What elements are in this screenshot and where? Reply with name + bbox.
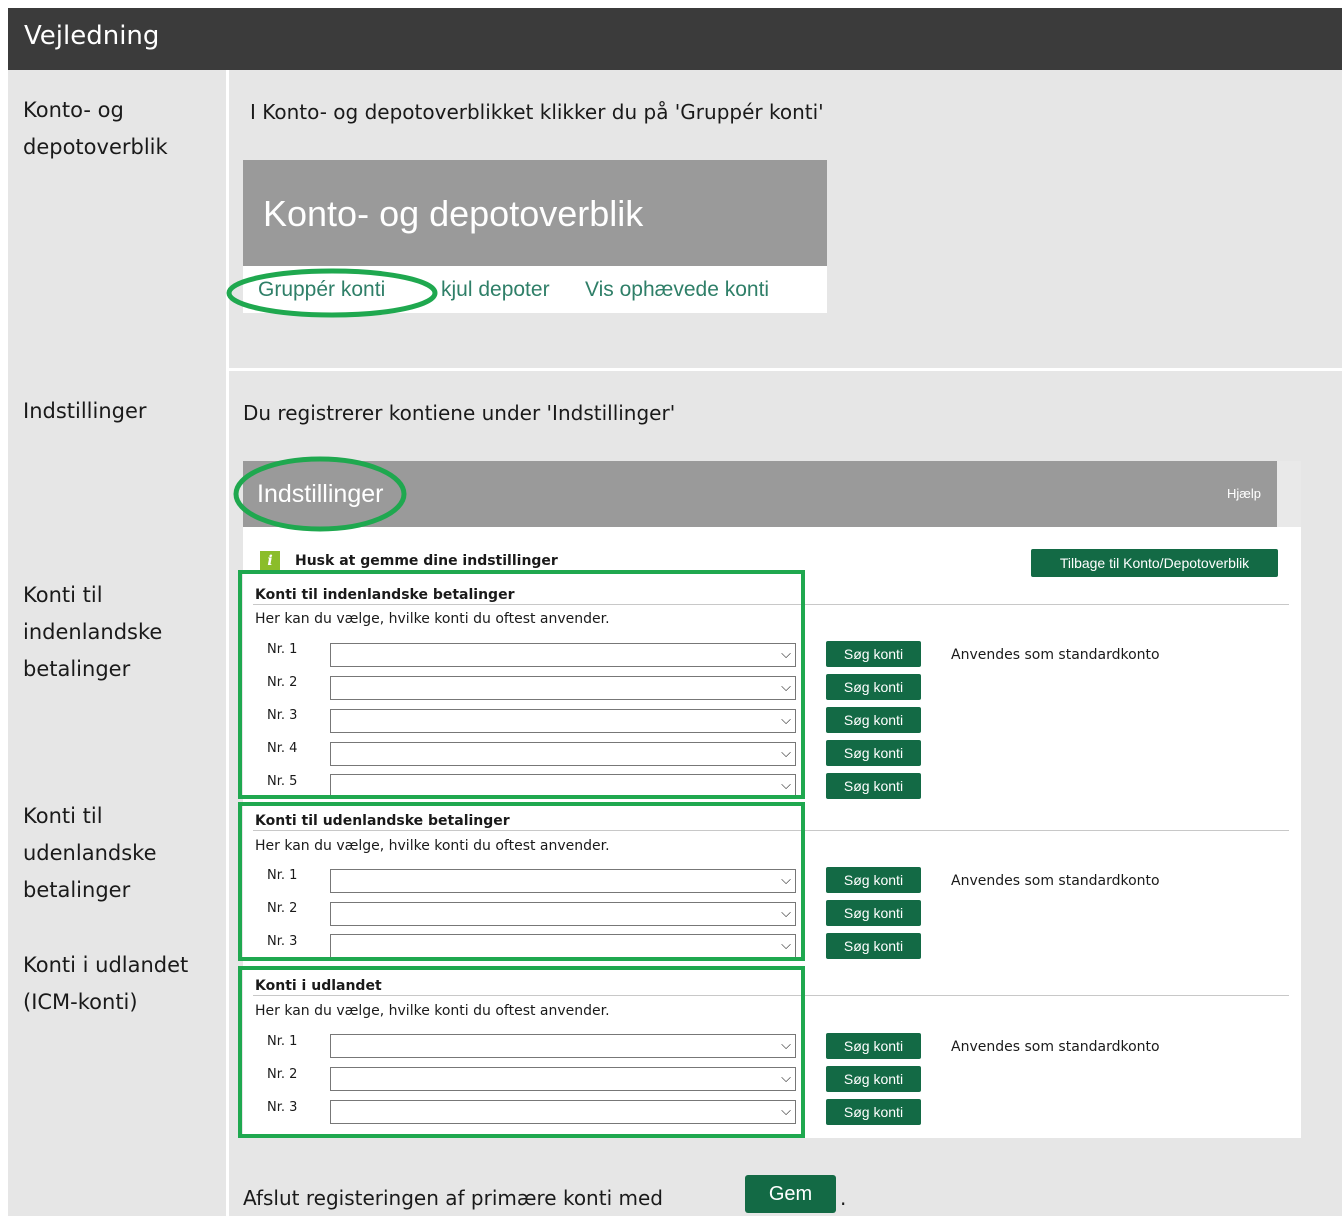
header-side — [1277, 461, 1301, 527]
link-vis-ophaevede-konti[interactable]: Vis ophævede konti — [585, 278, 769, 302]
footer-period: . — [840, 1186, 847, 1210]
search-accounts-button[interactable]: Søg konti — [826, 773, 921, 799]
highlight-ellipse-indstillinger — [233, 456, 407, 532]
back-to-overview-button[interactable]: Tilbage til Konto/Depotoverblik — [1031, 549, 1278, 577]
highlight-box-indenlandske — [238, 570, 805, 799]
label-indenlandske: Konti til indenlandske betalinger — [23, 583, 163, 681]
screenshot-title: Konto- og depotoverblik — [263, 193, 644, 234]
footer-text: Afslut registeringen af primære konti me… — [243, 1186, 663, 1210]
screenshot-header: Konto- og depotoverblik — [243, 160, 827, 266]
highlight-box-udenlandske — [238, 802, 805, 961]
link-skjul-depoter[interactable]: kjul depoter — [441, 278, 550, 302]
search-accounts-button[interactable]: Søg konti — [826, 900, 921, 926]
search-accounts-button[interactable]: Søg konti — [826, 1066, 921, 1092]
highlight-ellipse-grupper — [226, 268, 438, 318]
search-accounts-button[interactable]: Søg konti — [826, 1099, 921, 1125]
instruction-1: I Konto- og depotoverblikket klikker du … — [250, 100, 824, 124]
info-icon: i — [260, 551, 280, 571]
label-udenlandske: Konti til udenlandske betalinger — [23, 804, 157, 902]
search-accounts-button[interactable]: Søg konti — [826, 740, 921, 766]
search-accounts-button[interactable]: Søg konti — [826, 933, 921, 959]
standard-note: Anvendes som standardkonto — [951, 647, 1160, 663]
highlight-box-udlandet — [238, 966, 805, 1138]
section-divider — [229, 368, 1342, 371]
title-bar: Vejledning — [8, 8, 1342, 70]
search-accounts-button[interactable]: Søg konti — [826, 641, 921, 667]
search-accounts-button[interactable]: Søg konti — [826, 867, 921, 893]
standard-note: Anvendes som standardkonto — [951, 1039, 1160, 1055]
label-konto-og-depotoverblik: Konto- og depotoverblik — [23, 98, 168, 159]
search-accounts-button[interactable]: Søg konti — [826, 707, 921, 733]
page-title: Vejledning — [24, 21, 160, 51]
standard-note: Anvendes som standardkonto — [951, 873, 1160, 889]
help-link[interactable]: Hjælp — [1227, 486, 1261, 501]
instruction-2: Du registrerer kontiene under 'Indstilli… — [243, 401, 676, 425]
info-text: Husk at gemme dine indstillinger — [295, 553, 558, 569]
label-indstillinger: Indstillinger — [23, 399, 147, 423]
label-udlandet: Konti i udlandet (ICM-konti) — [23, 953, 189, 1014]
search-accounts-button[interactable]: Søg konti — [826, 674, 921, 700]
save-button[interactable]: Gem — [745, 1175, 836, 1213]
search-accounts-button[interactable]: Søg konti — [826, 1033, 921, 1059]
